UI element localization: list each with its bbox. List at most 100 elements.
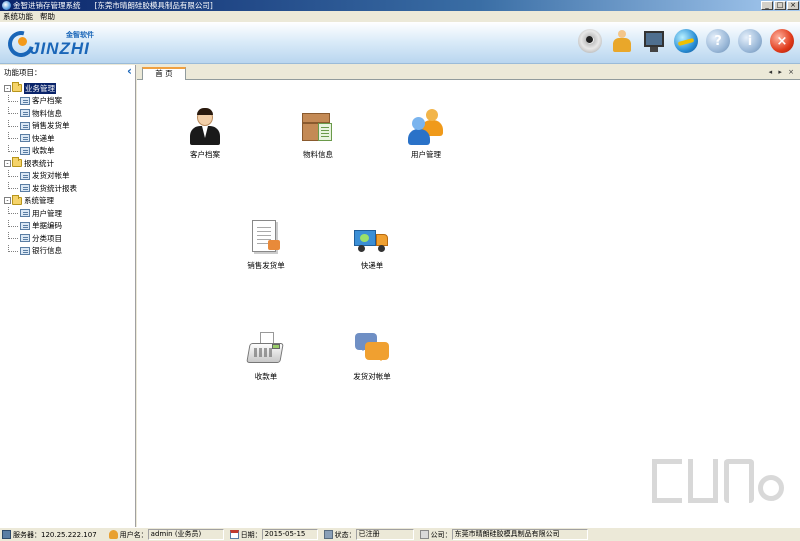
watermark-logo xyxy=(652,459,786,505)
tree-item-label: 发货统计报表 xyxy=(32,183,77,193)
server-label: 服务器： xyxy=(13,530,41,539)
tree-group-system: - 系统管理 用户管理 单据编码 分类项目 银行信息 xyxy=(4,194,134,258)
tree-line xyxy=(8,107,18,114)
tree-item-categories[interactable]: 分类项目 xyxy=(4,232,134,245)
user-icon[interactable] xyxy=(610,29,634,53)
document-icon xyxy=(20,171,30,180)
desktop-item-sales-invoice[interactable]: 销售发货单 xyxy=(236,218,296,271)
menu-bar: 系统功能 帮助 xyxy=(0,11,800,22)
folder-icon xyxy=(12,82,22,93)
menu-system[interactable]: 系统功能 xyxy=(0,11,37,22)
date-label: 日期： xyxy=(240,530,262,539)
user-icon xyxy=(108,530,118,539)
truck-logo xyxy=(360,234,369,242)
help-icon[interactable]: ? xyxy=(706,29,730,53)
tree-item-shipping-report[interactable]: 发货统计报表 xyxy=(4,182,134,195)
webcam-icon[interactable] xyxy=(578,29,602,53)
monitor-stand xyxy=(650,47,658,52)
seal-shape xyxy=(268,240,280,250)
desktop-item-label: 收款单 xyxy=(254,372,278,381)
tree-line xyxy=(8,94,18,102)
tree-line xyxy=(8,182,18,189)
desktop-item-customer[interactable]: 客户档案 xyxy=(175,107,235,160)
invoice-icon xyxy=(246,218,286,258)
express-truck-icon xyxy=(352,218,392,258)
tree-line xyxy=(8,132,18,139)
tree-item-bank[interactable]: 银行信息 xyxy=(4,244,134,258)
tree-item-users[interactable]: 用户管理 xyxy=(4,207,134,220)
user-back-head xyxy=(426,109,438,121)
header-banner: 金智软件 JINZHI ? i × xyxy=(0,22,800,64)
tree-node-reports[interactable]: - 报表统计 xyxy=(4,157,134,170)
watermark-stroke xyxy=(758,475,784,501)
tree-item-receipt[interactable]: 收款单 xyxy=(4,144,134,158)
tree-node-label: 报表统计 xyxy=(24,158,54,168)
window-subtitle: [东莞市晴朗硅胶模具制品有限公司] xyxy=(94,1,213,10)
tree-line xyxy=(8,169,18,177)
company-icon xyxy=(419,530,429,539)
user-icon-body xyxy=(613,38,631,52)
desktop-item-label: 发货对帐单 xyxy=(353,372,391,381)
desktop-item-receipt[interactable]: 收款单 xyxy=(236,329,296,382)
tab-nav-controls[interactable]: ◂ ▸ × xyxy=(769,68,796,76)
status-company: 公司： 东莞市晴朗硅胶模具制品有限公司 xyxy=(418,529,588,541)
tree-item-express[interactable]: 快递单 xyxy=(4,132,134,145)
tree-item-label: 单据编码 xyxy=(32,221,62,231)
desktop-item-label: 用户管理 xyxy=(411,150,441,159)
document-icon xyxy=(20,221,30,230)
desktop-item-label: 销售发货单 xyxy=(247,261,285,270)
globe-icon[interactable] xyxy=(674,29,698,53)
collapse-sidebar-icon[interactable]: ‹ xyxy=(127,65,132,77)
hair-shape xyxy=(197,108,213,115)
document-icon xyxy=(20,234,30,243)
status-server: 服务器： 120.25.222.107 xyxy=(0,529,97,541)
tree-line xyxy=(8,244,18,252)
tree-item-material[interactable]: 物料信息 xyxy=(4,107,134,120)
status-label: 状态： xyxy=(334,530,356,539)
tree-item-customer[interactable]: 客户档案 xyxy=(4,94,134,108)
wheel xyxy=(358,245,365,252)
tree-item-reconcile[interactable]: 发货对帐单 xyxy=(4,169,134,183)
watermark-stroke xyxy=(688,459,718,503)
tree-node-system[interactable]: - 系统管理 xyxy=(4,194,134,208)
watermark-stroke xyxy=(652,459,682,503)
info-icon[interactable]: i xyxy=(738,29,762,53)
expand-toggle-icon[interactable]: - xyxy=(4,159,11,167)
expand-toggle-icon[interactable]: - xyxy=(4,197,11,205)
expand-toggle-icon[interactable]: - xyxy=(4,84,11,92)
tree-item-doc-codes[interactable]: 单据编码 xyxy=(4,219,134,233)
user-icon-head xyxy=(618,30,626,38)
customer-icon xyxy=(185,107,225,147)
tree-item-label: 用户管理 xyxy=(32,208,62,218)
sheet-shape xyxy=(318,123,332,141)
desktop-item-label: 客户档案 xyxy=(190,150,220,159)
folder-icon xyxy=(12,194,22,205)
status-state: 状态： 已注册 xyxy=(322,529,414,541)
desktop-item-express[interactable]: 快递单 xyxy=(342,218,402,271)
monitor-icon[interactable] xyxy=(642,29,666,53)
tree-line xyxy=(8,144,18,152)
minimize-button[interactable]: _ xyxy=(761,1,773,10)
desktop-item-label: 物料信息 xyxy=(303,150,333,159)
function-tree: - 业务管理 客户档案 物料信息 销售发货单 快递单 收款单 - 报表统计 发货… xyxy=(4,82,134,257)
menu-help[interactable]: 帮助 xyxy=(37,11,59,22)
title-bar: 金智进销存管理系统 [东莞市晴朗硅胶模具制品有限公司] _ □ × xyxy=(0,0,800,11)
close-window-button[interactable]: × xyxy=(787,1,799,10)
desktop-item-reconcile[interactable]: 发货对帐单 xyxy=(342,329,402,382)
desktop-item-material[interactable]: 物料信息 xyxy=(288,107,348,160)
tree-item-label: 客户档案 xyxy=(32,96,62,106)
tree-node-business[interactable]: - 业务管理 xyxy=(4,82,134,95)
register-keys xyxy=(254,348,274,357)
sidebar-title: 功能项目： xyxy=(4,68,42,77)
tab-home[interactable]: 首 页 xyxy=(142,67,186,80)
maximize-button[interactable]: □ xyxy=(774,1,786,10)
wheel xyxy=(378,245,385,252)
users-icon xyxy=(406,107,446,147)
sidebar: 功能项目： ‹ - 业务管理 客户档案 物料信息 销售发货单 快递单 收款单 -… xyxy=(0,65,136,527)
desktop-item-users[interactable]: 用户管理 xyxy=(396,107,456,160)
window-controls: _ □ × xyxy=(761,1,799,10)
reconcile-icon xyxy=(352,329,392,369)
tree-item-sales-invoice[interactable]: 销售发货单 xyxy=(4,119,134,133)
tree-item-label: 银行信息 xyxy=(32,246,62,256)
close-icon[interactable]: × xyxy=(770,29,794,53)
